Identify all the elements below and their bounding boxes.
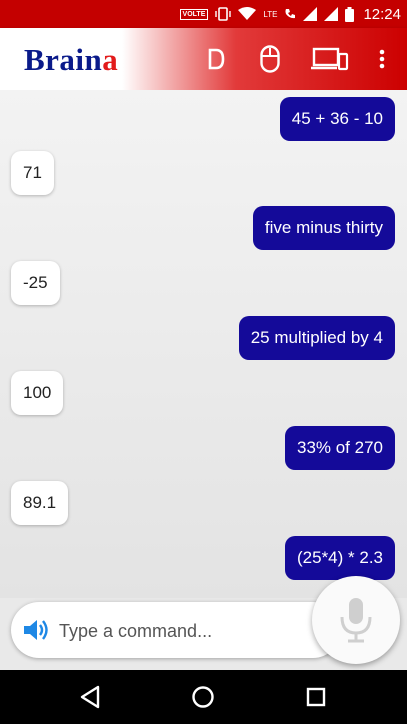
home-button[interactable] bbox=[188, 682, 218, 712]
vibrate-icon bbox=[215, 7, 232, 21]
app-logo: Braina bbox=[24, 42, 118, 78]
overflow-menu-button[interactable] bbox=[370, 28, 394, 90]
navigation-bar bbox=[0, 670, 407, 724]
brand-accent: a bbox=[102, 42, 119, 77]
app-bar: Braina bbox=[0, 28, 407, 90]
bot-reply: 89.1 bbox=[11, 481, 69, 525]
devices-button[interactable] bbox=[308, 28, 352, 90]
signal-icon bbox=[303, 7, 318, 21]
user-message: 25 multiplied by 4 bbox=[238, 316, 395, 360]
speaker-icon[interactable] bbox=[22, 616, 50, 644]
status-icons: VOLTE LTE 12:24 bbox=[179, 0, 401, 28]
command-input[interactable] bbox=[57, 614, 331, 648]
devices-icon bbox=[311, 47, 349, 71]
volte-badge: VOLTE bbox=[179, 8, 209, 20]
user-message: five minus thirty bbox=[252, 206, 395, 250]
mic-button[interactable] bbox=[312, 576, 400, 664]
mouse-icon bbox=[260, 45, 280, 73]
command-bar bbox=[11, 602, 341, 658]
signal-icon bbox=[324, 7, 339, 21]
status-bar: VOLTE LTE 12:24 bbox=[0, 0, 407, 28]
back-icon bbox=[80, 685, 100, 709]
more-vert-icon bbox=[379, 49, 385, 69]
d-button[interactable] bbox=[200, 28, 234, 90]
call-icon bbox=[285, 9, 296, 19]
recents-icon bbox=[306, 687, 326, 707]
chat-area[interactable]: 45 + 36 - 10 71 five minus thirty -25 25… bbox=[0, 90, 407, 598]
user-message: (25*4) * 2.3 bbox=[285, 536, 395, 580]
wifi-icon bbox=[238, 7, 257, 20]
d-icon bbox=[208, 48, 225, 70]
clock: 12:24 bbox=[363, 5, 401, 23]
microphone-icon bbox=[340, 598, 372, 643]
recents-button[interactable] bbox=[301, 682, 331, 712]
bot-reply: 71 bbox=[11, 151, 54, 195]
back-button[interactable] bbox=[75, 682, 105, 712]
home-icon bbox=[192, 686, 214, 708]
bot-reply: 100 bbox=[11, 371, 64, 415]
brand-main: Brain bbox=[24, 42, 103, 77]
battery-icon bbox=[345, 6, 355, 22]
user-message: 45 + 36 - 10 bbox=[279, 97, 395, 141]
lte-label: LTE bbox=[263, 9, 278, 19]
mouse-button[interactable] bbox=[253, 28, 287, 90]
bot-reply: -25 bbox=[11, 261, 60, 305]
user-message: 33% of 270 bbox=[284, 426, 395, 470]
